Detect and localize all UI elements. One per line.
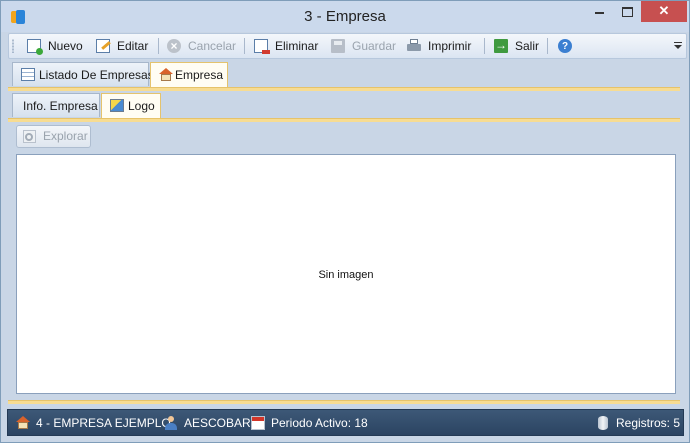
toolbar-separator (158, 38, 159, 54)
title-bar[interactable]: 3 - Empresa ✕ (1, 1, 689, 32)
toolbar-separator (244, 38, 245, 54)
status-company-label: 4 - EMPRESA EJEMPLO (36, 416, 171, 430)
user-icon (164, 416, 178, 430)
tab-company-info-label: Info. Empresa (23, 99, 98, 113)
toolbar-separator (547, 38, 548, 54)
house-icon (159, 68, 173, 81)
save-label: Guardar (352, 39, 397, 53)
close-icon: ✕ (658, 3, 670, 18)
explore-label: Explorar (43, 129, 88, 143)
edit-label: Editar (117, 39, 149, 53)
minimize-icon (594, 11, 604, 14)
edit-button[interactable]: Editar (96, 36, 152, 56)
tab-content-strip (8, 87, 680, 91)
logo-image-area[interactable]: Sin imagen (16, 154, 676, 394)
app-window: 3 - Empresa ✕ Nuevo Editar Cancelar Elim… (0, 0, 690, 443)
maximize-button[interactable] (613, 1, 641, 22)
toolbar-separator (484, 38, 485, 54)
save-disk-icon (331, 39, 345, 53)
delete-button[interactable]: Eliminar (254, 36, 320, 56)
delete-label: Eliminar (275, 39, 319, 53)
toolbar-grip[interactable] (12, 39, 14, 53)
explore-button[interactable]: Explorar (16, 125, 91, 148)
print-button[interactable]: Imprimir (407, 36, 477, 56)
exit-label: Salir (515, 39, 540, 53)
status-bar: 4 - EMPRESA EJEMPLO AESCOBAR Periodo Act… (7, 409, 684, 436)
status-user-label: AESCOBAR (184, 416, 251, 430)
empty-image-message: Sin imagen (318, 269, 374, 281)
tab-company-list[interactable]: Listado De Empresas (12, 62, 154, 86)
house-icon (16, 416, 30, 430)
exit-icon (494, 35, 508, 55)
calendar-icon (251, 416, 265, 430)
maximize-icon (621, 6, 633, 17)
edit-icon (96, 39, 111, 53)
help-icon (558, 37, 572, 57)
tab-company-label: Empresa (175, 68, 224, 82)
print-label: Imprimir (428, 39, 472, 53)
tab-company[interactable]: Empresa (150, 62, 228, 87)
database-icon (596, 416, 610, 430)
subtab-content-strip (8, 118, 680, 122)
exit-button[interactable]: Salir (494, 35, 540, 56)
close-button[interactable]: ✕ (641, 1, 687, 22)
tab-logo-label: Logo (128, 99, 155, 113)
new-button[interactable]: Nuevo (27, 36, 83, 56)
tab-logo[interactable]: Logo (101, 93, 161, 118)
delete-document-icon (254, 39, 270, 54)
tab-company-info[interactable]: Info. Empresa (12, 93, 100, 117)
printer-icon (407, 39, 421, 53)
bottom-strip (8, 400, 680, 404)
minimize-button[interactable] (585, 1, 613, 22)
toolbar-overflow-icon[interactable] (674, 42, 682, 52)
cancel-button[interactable]: Cancelar (167, 36, 237, 56)
cancel-label: Cancelar (188, 39, 237, 53)
new-document-icon (27, 39, 43, 55)
help-button[interactable] (558, 36, 574, 57)
grid-list-icon (21, 68, 35, 81)
save-button[interactable]: Guardar (331, 36, 397, 56)
cancel-icon (167, 36, 181, 56)
status-records-label: Registros: 5 (616, 416, 681, 430)
status-period-label: Periodo Activo: 18 (271, 416, 368, 430)
toolbar: Nuevo Editar Cancelar Eliminar Guardar I… (8, 33, 687, 59)
logo-image-icon (110, 99, 124, 112)
tab-company-list-label: Listado De Empresas (39, 68, 154, 82)
magnifier-icon (25, 133, 33, 141)
new-label: Nuevo (48, 39, 83, 53)
